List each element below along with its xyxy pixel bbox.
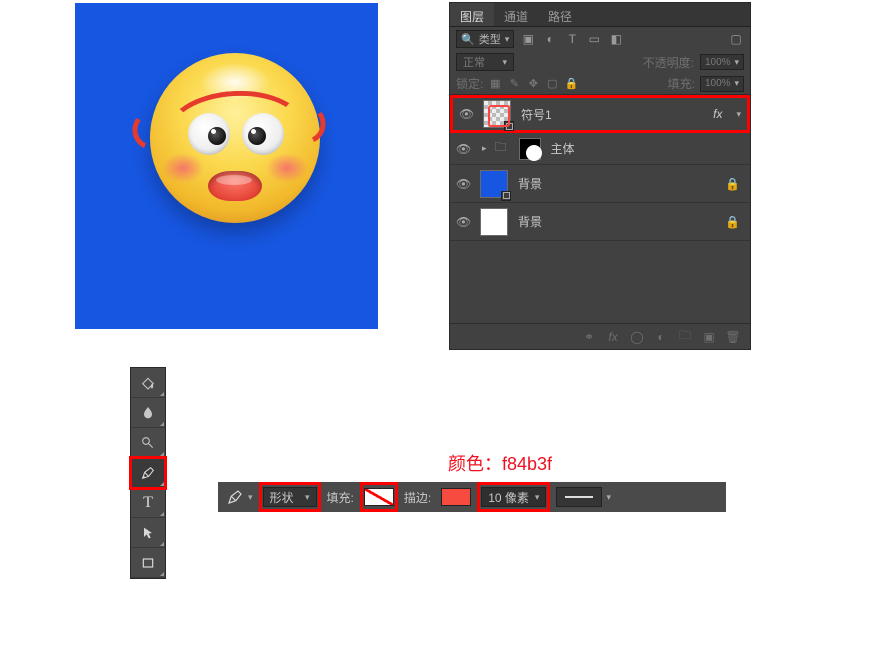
emoji-artwork [150,53,320,223]
rectangle-tool[interactable] [131,548,165,578]
lock-position-icon[interactable]: ✥ [526,77,540,91]
filter-shape-icon[interactable]: ▭ [586,31,602,47]
layer-thumbnail[interactable] [480,170,508,198]
chevron-down-icon: ▾ [734,78,739,89]
blend-row: 正常 ▾ 不透明度: 100% ▾ [450,51,750,73]
opacity-value: 100% [705,57,731,68]
tab-layers[interactable]: 图层 [450,3,494,26]
mask-icon[interactable]: ◯ [630,330,644,344]
stroke-width-field[interactable]: 10 像素 ▾ [481,486,546,508]
solid-line-icon [565,496,593,498]
adjustment-icon[interactable]: ◐ [654,330,668,344]
folder-collapse-icon[interactable]: ▸ [482,143,487,154]
stroke-swatch[interactable] [441,486,471,508]
chevron-down-icon: ▾ [535,492,540,503]
options-bar: ▾ 形状 ▾ 填充: 描边: 10 像素 ▾ ▾ [218,482,726,512]
lock-brush-icon[interactable]: ✎ [507,77,521,91]
filter-image-icon[interactable]: ▣ [520,31,536,47]
tool-mode-value: 形状 [270,489,294,506]
lock-label: 锁定: [456,75,483,92]
color-annotation: 颜色：f84b3f [448,450,552,476]
bucket-tool[interactable] [131,368,165,398]
fill-swatch[interactable] [364,486,394,508]
layers-panel: 图层 通道 路径 🔍 类型 ▾ ▣ ◐ T ▭ ◧ ▢ 正常 ▾ 不透明度: 1… [449,2,751,350]
search-icon: 🔍 [461,33,475,46]
layer-row[interactable]: 👁 ▸ 🗀 主体 [450,133,750,165]
fill-value: 100% [705,78,731,89]
type-tool[interactable]: T [131,488,165,518]
layer-row[interactable]: 👁 背景 🔒 [450,165,750,203]
layer-name[interactable]: 背景 [518,213,715,230]
stroke-style-select[interactable]: ▾ [556,486,611,508]
path-select-tool[interactable] [131,518,165,548]
fill-label: 填充: [668,75,695,92]
layers-list: 👁 符号1 fx ▾ 👁 ▸ 🗀 主体 👁 背景 🔒 👁 背景 🔒 [450,95,750,241]
visibility-icon[interactable]: 👁 [456,142,470,156]
layer-thumbnail[interactable] [480,208,508,236]
group-icon[interactable]: 🗀 [678,330,692,344]
visibility-icon[interactable]: 👁 [459,107,473,121]
tool-mode-select[interactable]: 形状 ▾ [263,486,317,508]
layer-name[interactable]: 背景 [518,175,715,192]
layer-row[interactable]: 👁 背景 🔒 [450,203,750,241]
chevron-down-icon: ▾ [248,492,253,503]
tool-strip: T [130,367,166,579]
fill-field[interactable]: 100% ▾ [700,76,744,92]
layer-name[interactable]: 符号1 [521,106,703,123]
lock-artboard-icon[interactable]: ▢ [545,77,559,91]
fx-badge[interactable]: fx [713,107,722,121]
mask-thumbnail[interactable] [519,138,541,160]
layer-name[interactable]: 主体 [551,140,744,157]
canvas-preview [75,3,378,329]
lock-pixels-icon[interactable]: ▦ [488,77,502,91]
opacity-field[interactable]: 100% ▾ [700,54,744,70]
filter-type-label: 类型 [479,31,501,47]
dodge-tool[interactable] [131,428,165,458]
fill-label: 填充: [327,489,354,506]
fx-icon[interactable]: fx [606,330,620,344]
opacity-label: 不透明度: [643,54,694,71]
stroke-width-value: 10 像素 [488,489,529,506]
filter-smart-icon[interactable]: ◧ [608,31,624,47]
tab-channels[interactable]: 通道 [494,3,538,26]
trash-icon[interactable]: 🗑 [726,330,740,344]
panel-bottom-bar: ⚭ fx ◯ ◐ 🗀 ▣ 🗑 [450,323,750,349]
lock-row: 锁定: ▦ ✎ ✥ ▢ 🔒 填充: 100% ▾ [450,73,750,95]
filter-adjust-icon[interactable]: ◐ [542,31,558,47]
panel-tabs: 图层 通道 路径 [450,3,750,27]
chevron-down-icon: ▾ [734,57,739,68]
chevron-down-icon: ▾ [305,492,310,503]
stroke-color-swatch [441,488,471,506]
new-layer-icon[interactable]: ▣ [702,330,716,344]
link-icon[interactable]: ⚭ [582,330,596,344]
no-fill-icon [364,488,394,506]
chevron-down-icon: ▾ [606,492,611,503]
lock-icon: 🔒 [725,215,740,229]
tool-preset-picker[interactable]: ▾ [226,486,253,508]
stroke-label: 描边: [404,489,431,506]
lock-all-icon[interactable]: 🔒 [564,77,578,91]
filter-type-select[interactable]: 🔍 类型 ▾ [456,30,514,48]
filter-toggle-icon[interactable]: ▢ [728,31,744,47]
layer-row[interactable]: 👁 符号1 fx ▾ [450,95,750,133]
blur-tool[interactable] [131,398,165,428]
lock-icon: 🔒 [725,177,740,191]
tab-paths[interactable]: 路径 [538,3,582,26]
folder-icon: 🗀 [493,141,509,157]
chevron-down-icon: ▾ [505,34,510,45]
layer-thumbnail[interactable] [483,100,511,128]
blend-mode-value: 正常 [463,54,485,70]
visibility-icon[interactable]: 👁 [456,177,470,191]
filter-type-icon[interactable]: T [564,31,580,47]
filter-row: 🔍 类型 ▾ ▣ ◐ T ▭ ◧ ▢ [450,27,750,51]
chevron-down-icon[interactable]: ▾ [736,109,741,120]
chevron-down-icon: ▾ [502,57,507,68]
visibility-icon[interactable]: 👁 [456,215,470,229]
pen-tool[interactable] [131,458,165,488]
blend-mode-select[interactable]: 正常 ▾ [456,53,514,71]
